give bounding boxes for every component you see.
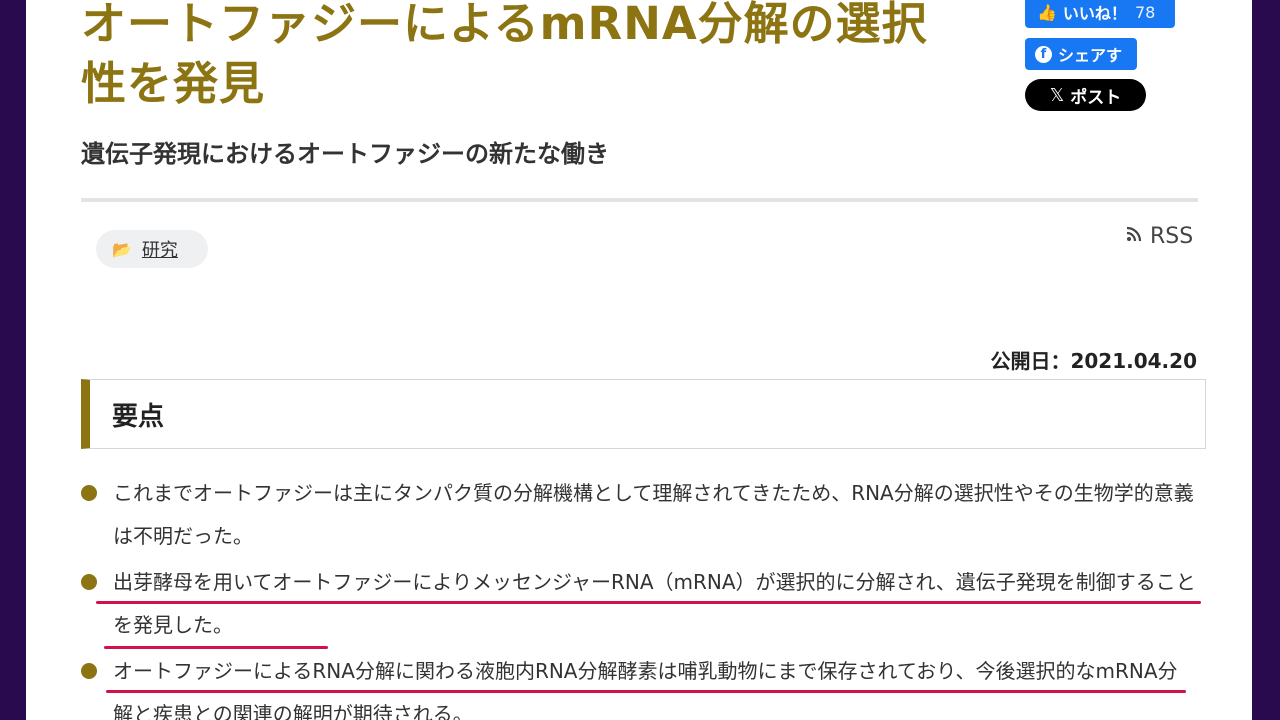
category-tag[interactable]: 📂 研究 <box>96 230 208 268</box>
article-page: オートファジーによるmRNA分解の選択性を発見 👍 いいね！ 78 f シェアす… <box>26 0 1252 720</box>
list-item: オートファジーによるRNA分解に関わる液胞内RNA分解酵素は哺乳動物にまで保存さ… <box>81 650 1196 720</box>
x-logo-icon: 𝕏 <box>1049 84 1065 106</box>
list-item: これまでオートファジーは主にタンパク質の分解機構として理解されてきたため、RNA… <box>81 472 1196 558</box>
highlight-underline <box>104 646 328 649</box>
summary-points: これまでオートファジーは主にタンパク質の分解機構として理解されてきたため、RNA… <box>81 472 1196 720</box>
facebook-like-button[interactable]: 👍 いいね！ 78 <box>1025 0 1175 28</box>
facebook-share-button[interactable]: f シェアす <box>1025 38 1137 70</box>
bullet-icon <box>81 574 97 590</box>
bullet-icon <box>81 663 97 679</box>
category-link[interactable]: 研究 <box>142 236 178 262</box>
folder-icon: 📂 <box>112 239 132 259</box>
post-label: ポスト <box>1070 87 1122 108</box>
facebook-icon: f <box>1035 45 1052 63</box>
article-subtitle: 遺伝子発現におけるオートファジーの新たな働き <box>81 140 609 168</box>
publish-date: 公開日：2021.04.20 <box>990 349 1197 373</box>
article-title: オートファジーによるmRNA分解の選択性を発見 <box>81 0 928 110</box>
like-label: いいね！ <box>1062 4 1127 23</box>
bullet-icon <box>81 485 97 501</box>
highlight-underline <box>96 601 1201 604</box>
list-item: 出芽酵母を用いてオートファジーによりメッセンジャーRNA（mRNA）が選択的に分… <box>81 561 1196 647</box>
summary-heading-box: 要点 <box>81 379 1206 449</box>
point-text: これまでオートファジーは主にタンパク質の分解機構として理解されてきたため、RNA… <box>113 481 1194 548</box>
like-count: 78 <box>1134 2 1156 22</box>
x-post-button[interactable]: 𝕏 ポスト <box>1025 79 1146 111</box>
rss-link[interactable]: RSS <box>1126 224 1193 249</box>
summary-heading: 要点 <box>112 401 165 432</box>
divider <box>81 198 1198 202</box>
thumbs-up-icon: 👍 <box>1037 2 1057 22</box>
highlight-underline <box>106 690 1186 693</box>
share-label: シェアす <box>1058 46 1123 65</box>
rss-icon <box>1126 226 1142 247</box>
rss-label: RSS <box>1150 224 1194 249</box>
